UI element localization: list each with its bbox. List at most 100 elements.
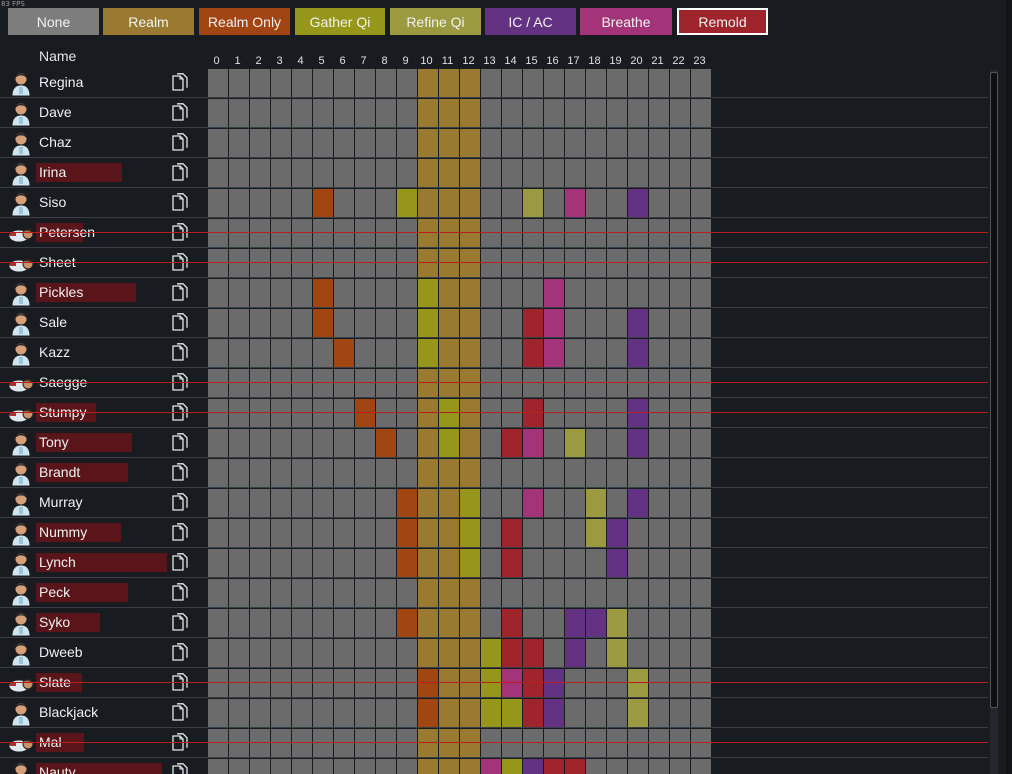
- schedule-cell-realm[interactable]: [418, 399, 438, 427]
- schedule-cell-none[interactable]: [208, 309, 228, 337]
- schedule-cell-none[interactable]: [208, 339, 228, 367]
- schedule-cell-none[interactable]: [670, 459, 690, 487]
- schedule-cell-none[interactable]: [544, 399, 564, 427]
- schedule-cell-remold[interactable]: [523, 399, 543, 427]
- pawn-downed-portrait-icon[interactable]: [7, 220, 35, 246]
- schedule-cell-none[interactable]: [313, 669, 333, 697]
- schedule-cell-none[interactable]: [292, 69, 312, 97]
- schedule-cell-gather-qi[interactable]: [439, 429, 459, 457]
- schedule-cell-none[interactable]: [250, 639, 270, 667]
- schedule-cell-none[interactable]: [565, 249, 585, 277]
- schedule-cell-realm[interactable]: [460, 309, 480, 337]
- schedule-cell-none[interactable]: [376, 99, 396, 127]
- schedule-cell-none[interactable]: [628, 249, 648, 277]
- schedule-cell-none[interactable]: [334, 369, 354, 397]
- schedule-cell-none[interactable]: [229, 519, 249, 547]
- schedule-cell-none[interactable]: [208, 369, 228, 397]
- schedule-cell-none[interactable]: [502, 489, 522, 517]
- schedule-cell-none[interactable]: [586, 249, 606, 277]
- schedule-cell-realm[interactable]: [418, 729, 438, 757]
- schedule-cell-realm[interactable]: [460, 759, 480, 774]
- schedule-cell-none[interactable]: [691, 399, 711, 427]
- schedule-cell-none[interactable]: [607, 69, 627, 97]
- schedule-cell-none[interactable]: [565, 219, 585, 247]
- schedule-cell-none[interactable]: [208, 279, 228, 307]
- schedule-cell-none[interactable]: [544, 159, 564, 187]
- mode-button-refine-qi[interactable]: Refine Qi: [390, 8, 481, 35]
- schedule-cell-realm[interactable]: [460, 159, 480, 187]
- schedule-cell-none[interactable]: [544, 99, 564, 127]
- schedule-cell-refine-qi[interactable]: [628, 669, 648, 697]
- pawn-portrait-icon[interactable]: [7, 490, 35, 517]
- pawn-portrait-icon[interactable]: [7, 280, 35, 307]
- schedule-cell-none[interactable]: [334, 609, 354, 637]
- pawn-name[interactable]: Kazz: [39, 344, 70, 360]
- pawn-downed-portrait-icon[interactable]: [7, 370, 35, 396]
- schedule-cell-none[interactable]: [208, 219, 228, 247]
- schedule-cell-none[interactable]: [649, 219, 669, 247]
- schedule-cell-none[interactable]: [502, 309, 522, 337]
- schedule-cell-none[interactable]: [313, 339, 333, 367]
- pawn-portrait-icon[interactable]: [7, 70, 35, 97]
- schedule-cell-none[interactable]: [481, 219, 501, 247]
- schedule-cell-realm[interactable]: [418, 429, 438, 457]
- schedule-cell-none[interactable]: [670, 309, 690, 337]
- pawn-portrait-icon[interactable]: [7, 610, 35, 637]
- schedule-cell-none[interactable]: [670, 159, 690, 187]
- schedule-cell-none[interactable]: [544, 579, 564, 607]
- schedule-cell-none[interactable]: [628, 579, 648, 607]
- schedule-cell-none[interactable]: [649, 609, 669, 637]
- schedule-cell-none[interactable]: [481, 159, 501, 187]
- schedule-cell-none[interactable]: [481, 519, 501, 547]
- schedule-cell-none[interactable]: [292, 669, 312, 697]
- schedule-cell-none[interactable]: [565, 489, 585, 517]
- schedule-cell-realm[interactable]: [439, 279, 459, 307]
- schedule-cell-remold[interactable]: [523, 309, 543, 337]
- schedule-cell-none[interactable]: [334, 729, 354, 757]
- schedule-cell-none[interactable]: [586, 579, 606, 607]
- schedule-cell-realm[interactable]: [418, 369, 438, 397]
- schedule-cell-ic-ac[interactable]: [628, 429, 648, 457]
- schedule-cell-none[interactable]: [544, 549, 564, 577]
- schedule-cell-none[interactable]: [628, 759, 648, 774]
- schedule-cell-realm[interactable]: [418, 489, 438, 517]
- schedule-cell-gather-qi[interactable]: [460, 549, 480, 577]
- pawn-downed-portrait-icon[interactable]: [7, 250, 35, 276]
- schedule-cell-none[interactable]: [670, 669, 690, 697]
- schedule-cell-realm-only[interactable]: [397, 609, 417, 637]
- schedule-cell-none[interactable]: [670, 429, 690, 457]
- schedule-cell-none[interactable]: [376, 489, 396, 517]
- schedule-cell-realm[interactable]: [460, 99, 480, 127]
- schedule-cell-none[interactable]: [649, 279, 669, 307]
- schedule-cell-none[interactable]: [271, 579, 291, 607]
- schedule-cell-realm[interactable]: [460, 459, 480, 487]
- schedule-cell-ic-ac[interactable]: [523, 759, 543, 774]
- schedule-cell-none[interactable]: [523, 69, 543, 97]
- schedule-cell-none[interactable]: [523, 129, 543, 157]
- schedule-cell-none[interactable]: [502, 159, 522, 187]
- schedule-cell-remold[interactable]: [523, 699, 543, 727]
- schedule-cell-none[interactable]: [607, 249, 627, 277]
- mode-button-remold[interactable]: Remold: [677, 8, 768, 35]
- schedule-cell-none[interactable]: [250, 549, 270, 577]
- schedule-cell-none[interactable]: [607, 699, 627, 727]
- schedule-cell-none[interactable]: [334, 669, 354, 697]
- schedule-cell-none[interactable]: [586, 369, 606, 397]
- schedule-cell-none[interactable]: [691, 339, 711, 367]
- schedule-cell-none[interactable]: [376, 189, 396, 217]
- schedule-cell-none[interactable]: [502, 729, 522, 757]
- pawn-name[interactable]: Peck: [39, 584, 70, 600]
- schedule-cell-realm-only[interactable]: [334, 339, 354, 367]
- schedule-cell-none[interactable]: [208, 579, 228, 607]
- schedule-cell-realm-only[interactable]: [397, 519, 417, 547]
- schedule-cell-realm[interactable]: [418, 249, 438, 277]
- schedule-cell-none[interactable]: [355, 699, 375, 727]
- schedule-cell-none[interactable]: [334, 429, 354, 457]
- schedule-cell-none[interactable]: [607, 129, 627, 157]
- schedule-cell-none[interactable]: [376, 69, 396, 97]
- schedule-cell-none[interactable]: [313, 759, 333, 774]
- schedule-cell-none[interactable]: [271, 129, 291, 157]
- schedule-cell-none[interactable]: [208, 159, 228, 187]
- schedule-cell-none[interactable]: [271, 669, 291, 697]
- schedule-cell-none[interactable]: [565, 399, 585, 427]
